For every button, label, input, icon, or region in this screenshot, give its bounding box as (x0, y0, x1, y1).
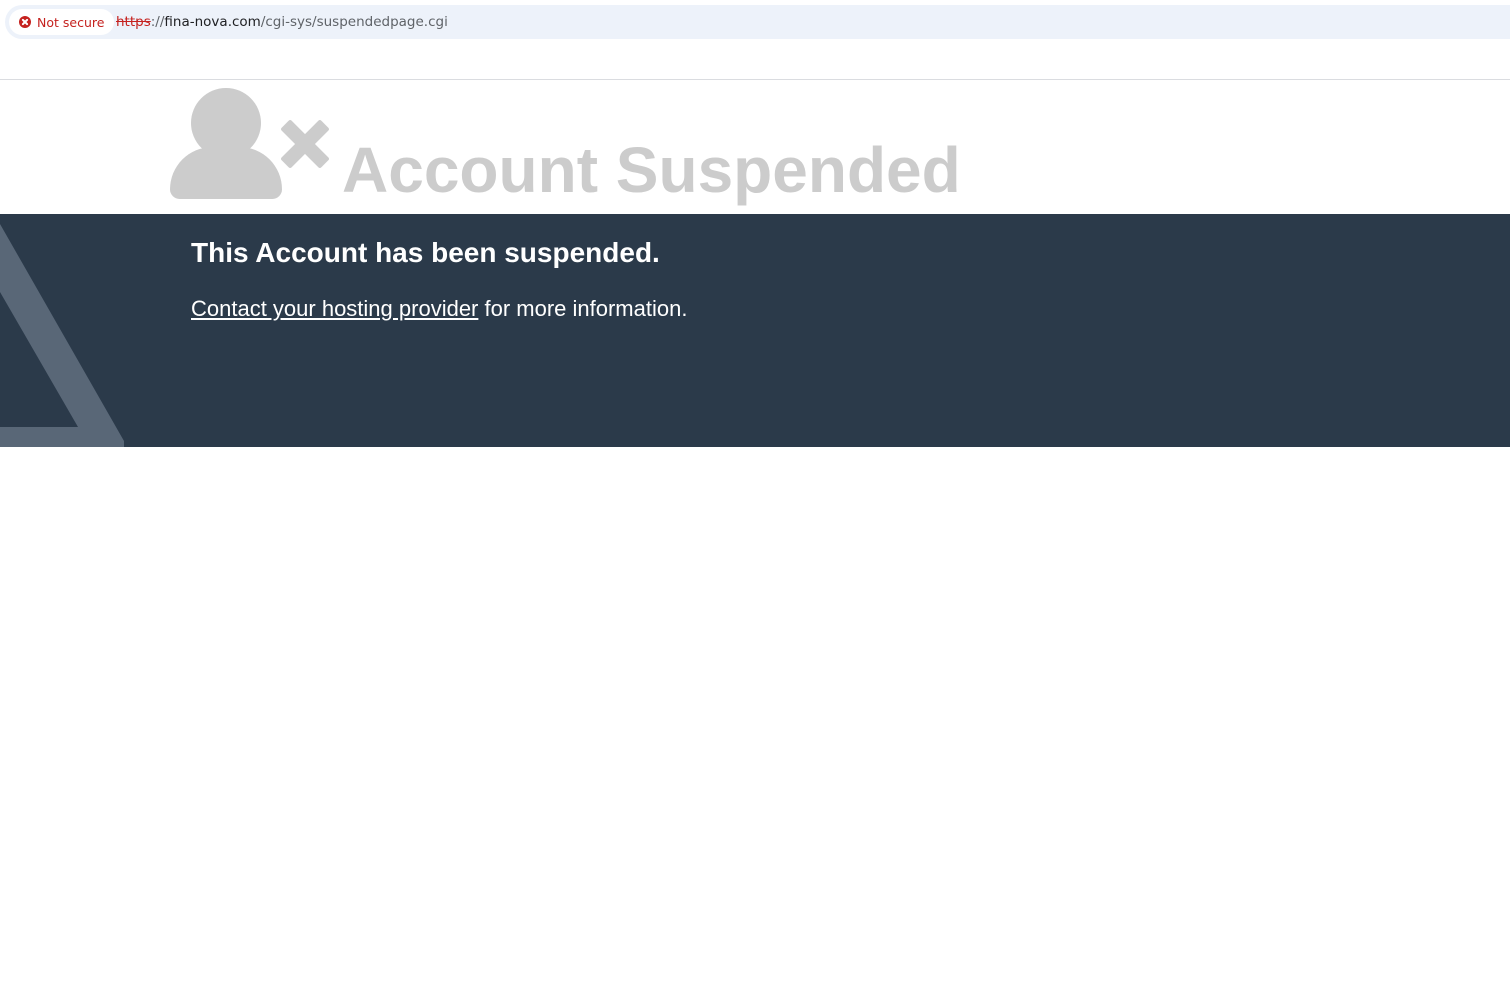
user-icon (170, 88, 282, 199)
page-title: Account Suspended (342, 134, 961, 206)
url-path: /cgi-sys/suspendedpage.cgi (260, 14, 448, 30)
notice-band: This Account has been suspended. Contact… (0, 214, 1510, 447)
page-header: Account Suspended (0, 80, 1510, 214)
contact-message-suffix: for more information. (478, 296, 688, 321)
address-bar[interactable]: Not secure https://fina-nova.com/cgi-sys… (5, 5, 1510, 39)
contact-message: Contact your hosting provider for more i… (191, 295, 687, 323)
triangle-decoration-icon (0, 224, 124, 447)
contact-provider-link[interactable]: Contact your hosting provider (191, 296, 478, 321)
user-icon-body (170, 147, 282, 199)
url-host: fina-nova.com (164, 14, 261, 30)
suspension-heading: This Account has been suspended. (191, 237, 660, 268)
cross-icon (281, 120, 329, 168)
url-scheme: https (116, 14, 151, 30)
url-separator: :// (150, 14, 165, 30)
security-label: Not secure (37, 14, 105, 30)
url-field[interactable]: https://fina-nova.com/cgi-sys/suspendedp… (116, 5, 448, 39)
security-indicator[interactable]: Not secure (9, 9, 115, 35)
warning-cross-icon (19, 16, 31, 28)
